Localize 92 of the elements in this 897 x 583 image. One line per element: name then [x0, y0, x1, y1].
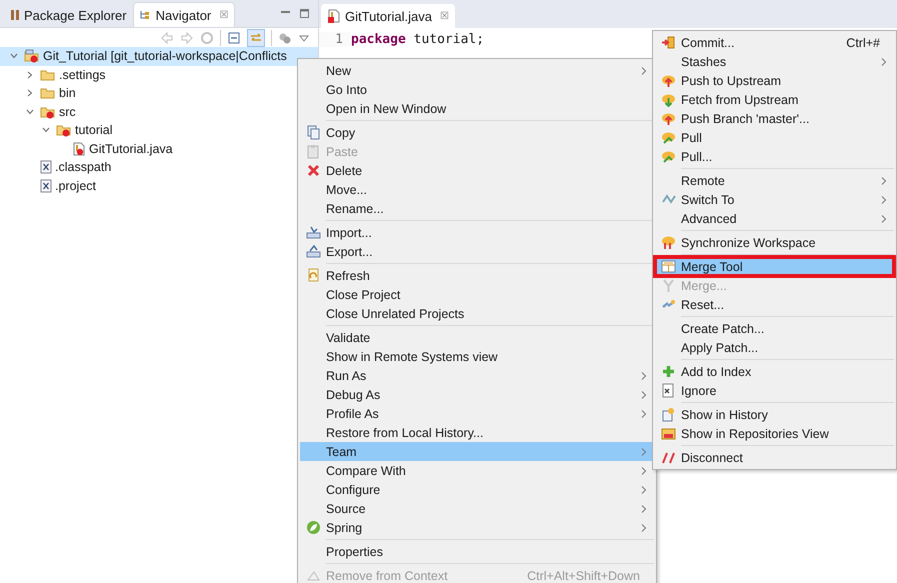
- menu-item[interactable]: Export...: [300, 242, 654, 261]
- menu-item[interactable]: Commit... Ctrl+#: [655, 33, 894, 52]
- tree-label: .project: [55, 178, 96, 193]
- cloud-pull-icon: [660, 149, 676, 164]
- tab-label: Package Explorer: [24, 8, 127, 22]
- tree-label: tutorial: [75, 123, 113, 138]
- history-icon: [660, 407, 676, 422]
- menu-item[interactable]: Merge Tool: [655, 257, 894, 276]
- menu-item[interactable]: Validate: [300, 328, 654, 347]
- menu-item[interactable]: Pull...: [655, 147, 894, 166]
- java-file-icon: [72, 142, 86, 156]
- commit-icon: [660, 35, 676, 50]
- cloud-up-icon: [660, 73, 676, 88]
- cloud-down-icon: [660, 92, 676, 107]
- close-icon[interactable]: ☒: [440, 10, 449, 22]
- menu-item[interactable]: Restore from Local History...: [300, 423, 654, 442]
- menu-item[interactable]: Pull: [655, 128, 894, 147]
- cloud-pull-icon: [660, 130, 676, 145]
- tree-item[interactable]: Git_Tutorial [git_tutorial-workspace|Conflicts: [0, 47, 318, 66]
- java-file-icon: [327, 9, 341, 23]
- close-icon[interactable]: ☒: [219, 9, 228, 21]
- menu-item[interactable]: Profile As: [300, 404, 654, 423]
- delete-icon: [306, 163, 320, 178]
- menu-item[interactable]: Show in Remote Systems view: [300, 347, 654, 366]
- menu-item[interactable]: Disconnect: [655, 448, 894, 467]
- menu-item[interactable]: Fetch from Upstream: [655, 90, 894, 109]
- chevron-icon[interactable]: [25, 88, 35, 98]
- menu-item[interactable]: Configure: [300, 480, 654, 499]
- menu-item[interactable]: Reset...: [655, 295, 894, 314]
- leaf-icon: [306, 520, 320, 535]
- tree-label: GitTutorial.java: [89, 142, 173, 156]
- import-icon: [306, 225, 320, 240]
- menu-item[interactable]: Switch To: [655, 190, 894, 209]
- menu-item[interactable]: Push Branch 'master'...: [655, 109, 894, 128]
- plus-icon: [660, 364, 676, 379]
- collapse-all-icon[interactable]: [227, 30, 241, 44]
- tree-label: .settings: [59, 68, 106, 82]
- filter-icon[interactable]: [278, 30, 292, 44]
- menu-item[interactable]: Debug As: [300, 385, 654, 404]
- view-tab[interactable]: Package Explorer: [4, 3, 133, 27]
- menu-item[interactable]: Properties: [300, 542, 654, 561]
- editor-tab[interactable]: GitTutorial.java ☒: [321, 4, 455, 28]
- merge-tool-icon: [660, 259, 676, 274]
- menu-item[interactable]: Add to Index: [655, 362, 894, 381]
- view-tab[interactable]: Navigator ☒: [132, 2, 236, 27]
- cloud-up-icon: [660, 111, 676, 126]
- link-icon[interactable]: [247, 28, 265, 46]
- line-number: 1: [319, 32, 351, 46]
- menu-item[interactable]: Import...: [300, 223, 654, 242]
- package-icon: [10, 9, 20, 21]
- chevron-icon: [880, 56, 888, 66]
- repository-icon: [660, 426, 676, 441]
- navigator-icon: [140, 10, 152, 20]
- menu-item[interactable]: Team: [300, 442, 654, 461]
- tree-label: Git_Tutorial [git_tutorial-workspace|Conflicts: [43, 49, 287, 64]
- menu-item[interactable]: Close Project: [300, 285, 654, 304]
- tree-label: .classpath: [55, 160, 112, 174]
- export-icon: [306, 244, 320, 259]
- menu-item[interactable]: Show in Repositories View: [655, 424, 894, 443]
- menu-item[interactable]: Close Unrelated Projects: [300, 304, 654, 323]
- tab-label: Navigator: [156, 8, 212, 22]
- xml-file-icon: [40, 160, 52, 174]
- menu-item[interactable]: Apply Patch...: [655, 338, 894, 357]
- menu-item[interactable]: Stashes: [655, 52, 894, 71]
- menu-item[interactable]: Refresh: [300, 266, 654, 285]
- clipboard-icon: [306, 144, 320, 159]
- maximize-icon[interactable]: [299, 8, 310, 19]
- menu-item[interactable]: Synchronize Workspace: [655, 233, 894, 252]
- menu-item[interactable]: Compare With: [300, 461, 654, 480]
- chevron-icon: [640, 66, 648, 76]
- disconnect-icon: [660, 450, 676, 465]
- menu-item[interactable]: Show in History: [655, 405, 894, 424]
- menu-item[interactable]: Advanced: [655, 209, 894, 228]
- xml-file-icon: [40, 178, 52, 193]
- menu-item[interactable]: Ignore: [655, 381, 894, 400]
- menu-item[interactable]: Push to Upstream: [655, 71, 894, 90]
- chevron-icon[interactable]: [25, 70, 35, 80]
- menu-item[interactable]: Run As: [300, 366, 654, 385]
- refresh-icon: [306, 268, 320, 283]
- menu-item[interactable]: Create Patch...: [655, 319, 894, 338]
- tab-label: GitTutorial.java: [345, 8, 432, 24]
- tree-label: bin: [59, 86, 76, 100]
- copy-icon: [306, 125, 320, 140]
- tree-label: src: [59, 104, 76, 119]
- sync-icon: [660, 235, 676, 250]
- menu-item[interactable]: Rename...: [300, 199, 654, 218]
- menu-item[interactable]: Remote: [655, 171, 894, 190]
- menu-item[interactable]: Source: [300, 499, 654, 518]
- menu-item[interactable]: Spring: [300, 518, 654, 537]
- merge-icon: [660, 278, 676, 293]
- code-line: package tutorial;: [351, 32, 484, 46]
- ignore-icon: [660, 383, 676, 398]
